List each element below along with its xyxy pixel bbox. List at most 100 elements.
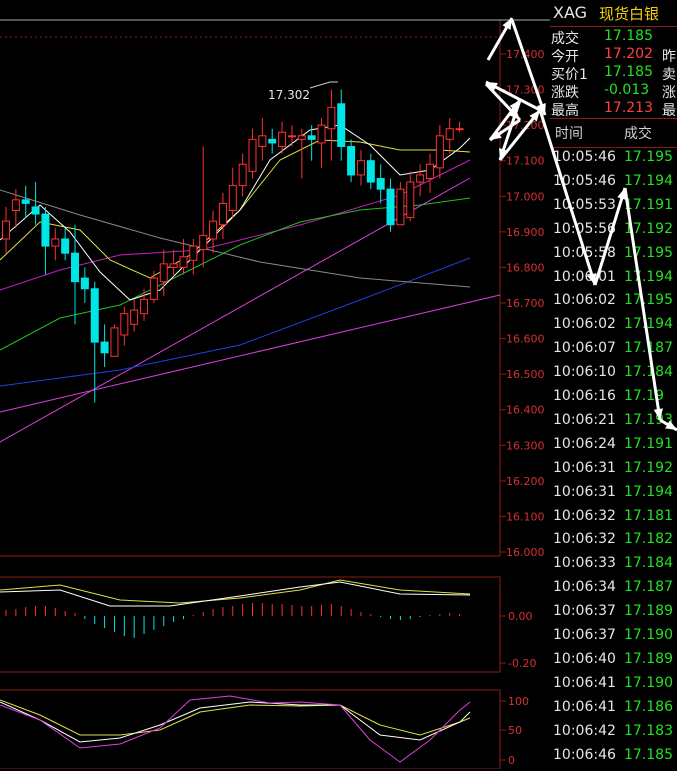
candle <box>386 178 395 232</box>
tick-row[interactable]: 10:05:58 17.195 <box>550 245 677 269</box>
tick-time: 10:06:40 <box>553 650 616 667</box>
candle <box>149 270 158 303</box>
candle <box>317 118 326 168</box>
price-tick-label: 17.200 <box>506 119 545 132</box>
candle <box>337 89 346 161</box>
symbol-code: XAG <box>553 3 588 22</box>
tick-row[interactable]: 10:06:41 17.190 <box>550 675 677 699</box>
candle <box>258 118 267 161</box>
tick-row[interactable]: 10:06:10 17.184 <box>550 364 677 388</box>
candle <box>406 171 415 222</box>
tick-row[interactable]: 10:06:37 17.190 <box>550 627 677 651</box>
tick-price: 17.194 <box>624 483 673 500</box>
tick-price: 17.183 <box>624 722 673 739</box>
tick-price: 17.195 <box>624 292 673 309</box>
tick-time: 10:05:53 <box>553 196 616 213</box>
candle <box>199 146 208 268</box>
tick-time: 10:06:37 <box>553 627 616 643</box>
tick-row[interactable]: 10:06:02 17.195 <box>550 292 677 316</box>
tick-row[interactable]: 10:06:33 17.184 <box>550 555 677 579</box>
tick-row[interactable]: 10:06:21 17.193 <box>550 412 677 436</box>
tick-price: 17.184 <box>624 364 673 381</box>
tick-time: 10:06:01 <box>553 268 616 285</box>
candle <box>130 299 139 332</box>
candle <box>218 192 227 239</box>
tick-row[interactable]: 10:05:56 17.192 <box>550 221 677 245</box>
quote-value: 17.185 <box>604 64 653 80</box>
quote-extra-label: 涨 <box>662 85 676 101</box>
symbol-name: 现货白银 <box>599 5 660 23</box>
tick-row[interactable]: 10:06:46 17.185 <box>550 747 677 771</box>
candle <box>347 139 356 183</box>
tick-time: 10:06:46 <box>553 746 616 763</box>
price-tick-label: 17.400 <box>506 48 545 61</box>
tick-price: 17.190 <box>624 674 673 691</box>
candle <box>209 210 218 254</box>
tick-price: 17.191 <box>624 435 673 452</box>
price-tick-label: 16.200 <box>506 475 545 488</box>
tick-time: 10:06:41 <box>553 674 616 691</box>
tick-row[interactable]: 10:06:40 17.189 <box>550 651 677 675</box>
ma-long-line <box>0 257 471 387</box>
tick-row[interactable]: 10:06:16 17.19 <box>550 388 677 412</box>
price-tick-label: 16.600 <box>506 333 545 346</box>
candle <box>445 118 454 154</box>
tick-time: 10:06:24 <box>553 435 616 452</box>
tick-price: 17.186 <box>624 698 673 715</box>
tick-price: 17.194 <box>624 316 673 333</box>
tick-price: 17.19 <box>624 388 665 404</box>
quote-label: 涨跌 <box>551 85 579 101</box>
quote-value: -0.013 <box>604 82 650 98</box>
candle <box>297 128 306 179</box>
tick-row[interactable]: 10:06:24 17.191 <box>550 436 677 460</box>
tick-row[interactable]: 10:05:53 17.191 <box>550 197 677 221</box>
tick-row[interactable]: 10:06:01 17.194 <box>550 269 677 293</box>
candle <box>248 128 257 179</box>
tick-row[interactable]: 10:06:02 17.194 <box>550 316 677 340</box>
tick-time: 10:06:42 <box>553 722 616 739</box>
macd-tick-label: -0.20 <box>508 657 536 670</box>
tick-row[interactable]: 10:06:07 17.187 <box>550 340 677 364</box>
tick-price: 17.190 <box>624 627 673 643</box>
macd-tick-label: 0.00 <box>508 610 533 623</box>
candle <box>21 185 30 218</box>
tick-row[interactable]: 10:05:46 17.194 <box>550 173 677 197</box>
tick-time: 10:06:21 <box>553 411 616 428</box>
tick-row[interactable]: 10:06:31 17.194 <box>550 484 677 508</box>
candle <box>61 228 70 261</box>
tick-time: 10:06:34 <box>553 579 616 596</box>
candle <box>376 164 385 204</box>
candle <box>425 153 434 193</box>
price-tick-label: 16.400 <box>506 404 545 417</box>
candle <box>31 182 40 225</box>
quote-value: 17.213 <box>604 100 653 116</box>
quote-extra-label: 最 <box>662 103 676 119</box>
tick-row[interactable]: 10:06:31 17.192 <box>550 460 677 484</box>
candle <box>41 206 50 275</box>
tick-time: 10:06:07 <box>553 340 616 357</box>
price-tick-label: 17.000 <box>506 190 545 203</box>
quote-row: 买价1 17.185 卖 <box>550 64 677 84</box>
candle <box>416 164 425 197</box>
tick-price: 17.191 <box>624 196 673 213</box>
tick-row[interactable]: 10:06:32 17.181 <box>550 508 677 532</box>
tick-time: 10:06:41 <box>553 698 616 715</box>
candle <box>169 249 178 275</box>
tick-time: 10:06:32 <box>553 531 616 548</box>
candle <box>11 189 20 229</box>
candle <box>100 324 109 368</box>
price-chart[interactable]: 17.400 17.300 17.200 17.100 17.000 16.900 16.8… <box>0 0 550 769</box>
tick-row[interactable]: 10:06:32 17.182 <box>550 531 677 555</box>
tick-price: 17.193 <box>624 411 673 428</box>
candle <box>80 267 89 303</box>
tick-row[interactable]: 10:06:34 17.187 <box>550 579 677 603</box>
kdj-tick-label: 100 <box>508 695 529 708</box>
tick-row[interactable]: 10:06:42 17.183 <box>550 723 677 747</box>
price-tick-label: 16.800 <box>506 261 545 274</box>
tick-row[interactable]: 10:06:37 17.189 <box>550 603 677 627</box>
tick-row[interactable]: 10:05:46 17.195 <box>550 149 677 173</box>
quote-row: 成交 17.185 <box>550 28 677 48</box>
tick-price: 17.192 <box>624 220 673 237</box>
tick-time: 10:06:31 <box>553 483 616 500</box>
tick-row[interactable]: 10:06:41 17.186 <box>550 699 677 723</box>
